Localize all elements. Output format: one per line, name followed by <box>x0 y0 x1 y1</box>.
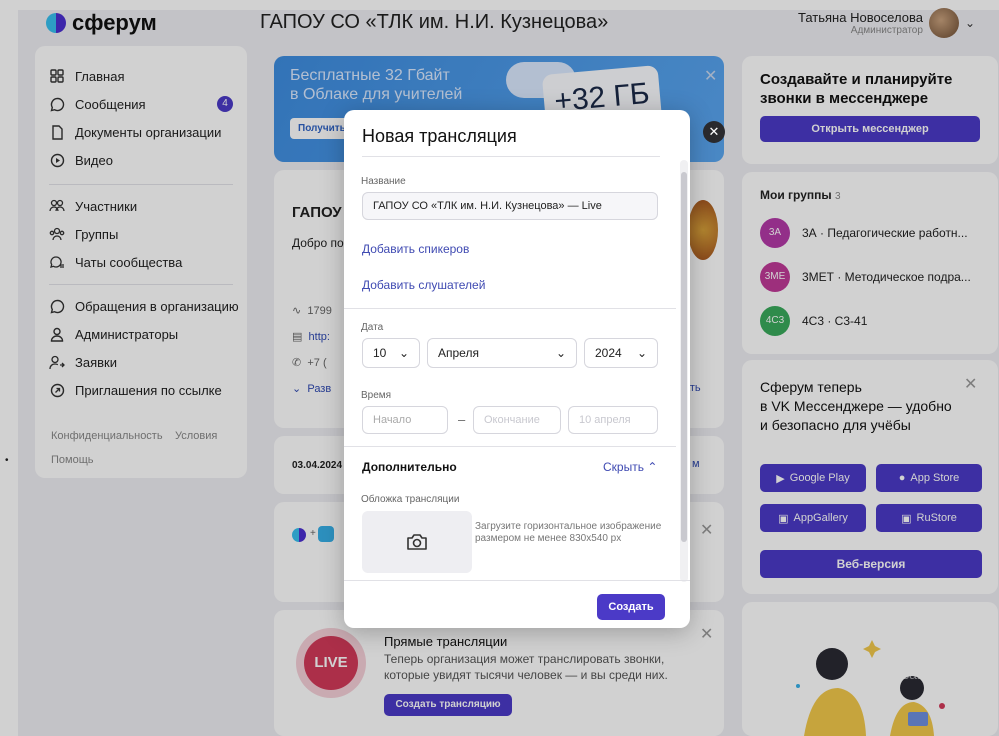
stream-name-input[interactable]: ГАПОУ СО «ТЛК им. Н.И. Кузнецова» — Live <box>362 192 658 220</box>
cover-label: Обложка трансляции <box>361 494 460 505</box>
year-value: 2024 <box>595 346 622 360</box>
divider <box>362 156 660 157</box>
extra-section-title: Дополнительно <box>362 460 457 474</box>
scrollbar-thumb[interactable] <box>681 172 687 542</box>
month-select[interactable]: Апреля ⌄ <box>427 338 577 368</box>
divider <box>344 308 676 309</box>
date-label: Дата <box>361 322 384 333</box>
day-value: 10 <box>373 346 387 360</box>
add-listeners-link[interactable]: Добавить слушателей <box>362 278 485 292</box>
chevron-up-icon: ⌃ <box>647 460 658 474</box>
add-speakers-link[interactable]: Добавить спикеров <box>362 242 469 256</box>
chevron-down-icon: ⌄ <box>398 346 409 360</box>
hide-toggle[interactable]: Скрыть ⌃ <box>603 460 657 474</box>
start-time-input[interactable]: Начало <box>362 406 448 434</box>
modal-title: Новая трансляция <box>362 126 517 146</box>
new-stream-modal: Новая трансляция Название ГАПОУ СО «ТЛК … <box>344 110 690 628</box>
year-select[interactable]: 2024 ⌄ <box>584 338 658 368</box>
modal-scrollbar[interactable] <box>680 160 688 582</box>
create-button[interactable]: Создать <box>597 594 665 620</box>
time-range-dash: – <box>458 412 466 427</box>
time-label: Время <box>361 390 392 401</box>
month-value: Апреля <box>438 346 479 360</box>
end-date-input[interactable]: 10 апреля <box>568 406 658 434</box>
end-time-input[interactable]: Окончание <box>473 406 561 434</box>
cover-upload-area[interactable] <box>362 511 472 573</box>
divider <box>344 580 690 581</box>
day-select[interactable]: 10 ⌄ <box>362 338 420 368</box>
modal-close-icon[interactable]: ✕ <box>703 121 725 143</box>
divider <box>344 446 676 447</box>
chevron-down-icon: ⌄ <box>555 346 566 360</box>
cover-hint: Загрузите горизонтальное изображение раз… <box>475 521 662 544</box>
chevron-down-icon: ⌄ <box>636 346 647 360</box>
camera-icon <box>407 534 427 550</box>
name-label: Название <box>361 176 406 187</box>
